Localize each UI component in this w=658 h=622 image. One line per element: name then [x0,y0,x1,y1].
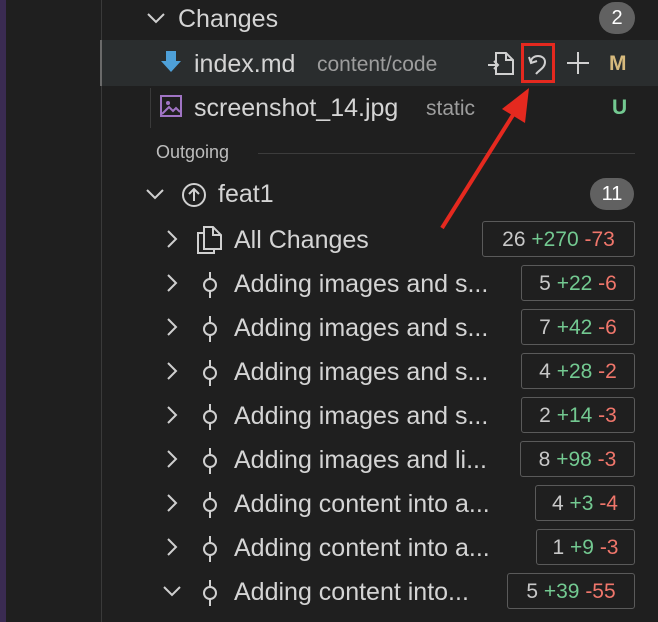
chevron-right-icon [167,450,178,468]
git-commit-icon [203,448,217,474]
commit-stats: 8 +98 -3 [520,441,635,477]
commit-stats: 1 +9 -3 [536,529,635,565]
chevron-right-icon [167,318,178,336]
lines-deleted: -6 [598,316,617,339]
commit-stats: 5 +39 -55 [507,573,635,609]
commit-row[interactable]: Adding content into a... 4 +3 -4 [0,481,658,525]
repo-push-icon [182,183,206,207]
commit-message: Adding images and s... [234,270,489,298]
branch-count-badge: 11 [590,178,634,210]
file-name: screenshot_14.jpg [194,94,399,122]
commit-row[interactable]: Adding images and s... 7 +42 -6 [0,305,658,349]
commit-message: Adding images and s... [234,314,489,342]
file-count: 7 [539,316,551,339]
chevron-right-icon [167,274,178,292]
git-commit-icon [203,316,217,342]
outgoing-group-header: Outgoing [0,138,658,168]
lines-deleted: -6 [598,272,617,295]
git-commit-icon [203,360,217,386]
commit-message: Adding content into a... [234,490,490,518]
changed-file-row-index-md[interactable]: index.md content/code M [0,40,658,86]
changes-count-badge: 2 [599,2,635,34]
changed-file-row-screenshot[interactable]: screenshot_14.jpg static U [0,86,658,130]
branch-row[interactable]: feat1 11 [0,172,658,216]
all-changes-row[interactable]: All Changes 26 +270 -73 [0,217,658,261]
lines-deleted: -4 [599,492,618,515]
lines-added: +22 [556,272,593,295]
git-commit-icon [203,272,217,298]
lines-added: +39 [543,580,580,603]
file-status-modified: M [609,52,627,75]
lines-deleted: -55 [585,580,616,603]
file-count: 1 [552,536,565,559]
lines-added: +9 [570,536,594,559]
commit-stats: 7 +42 -6 [521,309,635,345]
file-count: 8 [538,448,551,471]
git-commit-icon [203,580,217,606]
commit-message: Adding images and s... [234,402,489,430]
chevron-right-icon [167,406,178,424]
commit-message: Adding images and li... [234,446,487,474]
lines-added: +3 [569,492,594,515]
commit-row-expanded[interactable]: Adding content into... 5 +39 -55 [0,569,658,613]
lines-deleted: -73 [584,228,615,251]
branch-name: feat1 [218,180,274,208]
changes-section-label: Changes [178,5,279,33]
markdown-download-icon [161,51,181,72]
commit-stats: 4 +3 -4 [535,485,635,521]
commit-row[interactable]: Adding content into a... 1 +9 -3 [0,525,658,569]
chevron-right-icon [167,538,178,556]
commit-stats: 2 +14 -3 [521,397,635,433]
file-count: 2 [539,404,551,427]
open-file-icon[interactable] [485,49,517,77]
git-commit-icon [203,536,217,562]
chevron-down-icon [147,13,165,24]
file-count: 5 [539,272,551,295]
stage-changes-icon[interactable] [565,50,591,76]
lines-added: +42 [556,316,593,339]
git-commit-icon [203,404,217,430]
commit-stats: 4 +28 -2 [521,353,635,389]
commit-row[interactable]: Adding images and s... 4 +28 -2 [0,349,658,393]
commit-stats: 5 +22 -6 [521,265,635,301]
lines-added: +14 [556,404,593,427]
files-icon [197,226,222,254]
chevron-right-icon [167,362,178,380]
lines-deleted: -3 [598,404,617,427]
all-changes-label: All Changes [234,226,369,254]
annotation-arrow [440,88,529,230]
chevron-right-icon [167,494,178,512]
lines-deleted: -2 [598,360,617,383]
discard-changes-button[interactable] [521,43,555,83]
commit-row[interactable]: Adding images and s... 5 +22 -6 [0,261,658,305]
file-count: 5 [526,580,538,603]
file-count: 4 [539,360,551,383]
file-path: content/code [317,53,438,76]
commit-row[interactable]: Adding images and s... 2 +14 -3 [0,393,658,437]
lines-deleted: -3 [597,448,617,471]
chevron-down-icon [146,189,164,200]
file-name: index.md [194,50,296,78]
commit-message: Adding content into a... [234,534,490,562]
git-commit-icon [203,492,217,518]
lines-added: +98 [556,448,592,471]
commit-message: Adding content into... [234,578,469,606]
lines-added: +28 [556,360,593,383]
outgoing-label: Outgoing [156,142,230,162]
discard-icon [528,55,547,75]
image-file-icon [160,95,182,117]
chevron-right-icon [167,230,178,248]
commit-row[interactable]: Adding images and li... 8 +98 -3 [0,437,658,481]
chevron-down-icon [163,586,181,597]
file-count: 4 [551,492,564,515]
changes-section-header[interactable]: Changes 2 [0,0,658,40]
commit-message: Adding images and s... [234,358,489,386]
file-status-untracked: U [612,96,628,119]
lines-deleted: -3 [599,536,619,559]
